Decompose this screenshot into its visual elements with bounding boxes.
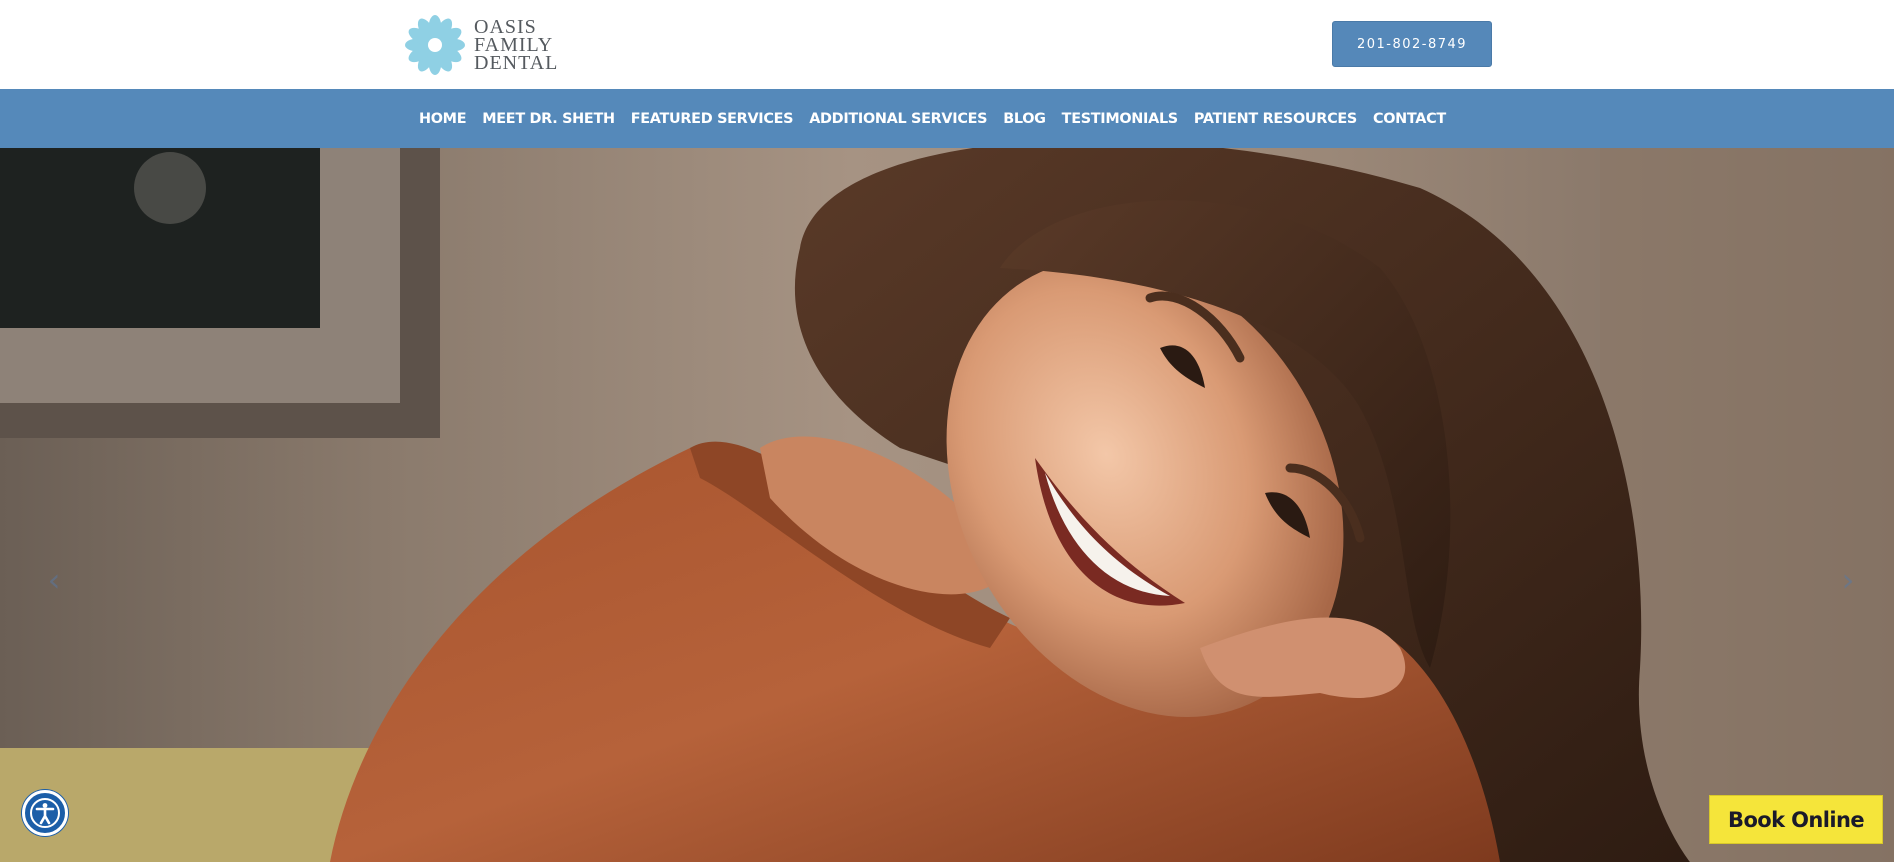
logo-wordmark: OASIS FAMILY DENTAL	[474, 17, 559, 74]
accessibility-icon	[30, 798, 60, 828]
book-online-button[interactable]: Book Online	[1709, 795, 1883, 844]
nav-item-meet-dr-sheth[interactable]: MEET DR. SHETH	[474, 111, 622, 127]
logo-line-3: DENTAL	[474, 52, 559, 74]
nav-item-contact[interactable]: CONTACT	[1365, 111, 1454, 127]
slider-next-arrow-icon[interactable]: ›	[1833, 560, 1863, 600]
accessibility-button[interactable]	[22, 790, 68, 836]
flower-logo-icon	[405, 15, 465, 75]
hero-slider: ‹ ›	[0, 148, 1894, 862]
nav-item-featured-services[interactable]: FEATURED SERVICES	[623, 111, 801, 127]
nav-item-patient-resources[interactable]: PATIENT RESOURCES	[1186, 111, 1365, 127]
site-header: OASIS FAMILY DENTAL 201-802-8749	[0, 0, 1894, 89]
site-logo[interactable]: OASIS FAMILY DENTAL	[404, 12, 558, 78]
nav-item-home[interactable]: HOME	[411, 111, 474, 127]
hero-photo	[0, 148, 1894, 862]
main-nav: HOME MEET DR. SHETH FEATURED SERVICES AD…	[0, 89, 1894, 148]
nav-item-additional-services[interactable]: ADDITIONAL SERVICES	[801, 111, 995, 127]
nav-item-blog[interactable]: BLOG	[995, 111, 1053, 127]
slider-prev-arrow-icon[interactable]: ‹	[39, 560, 69, 600]
nav-list: HOME MEET DR. SHETH FEATURED SERVICES AD…	[411, 89, 1454, 148]
phone-button[interactable]: 201-802-8749	[1332, 21, 1492, 67]
nav-item-testimonials[interactable]: TESTIMONIALS	[1054, 111, 1186, 127]
